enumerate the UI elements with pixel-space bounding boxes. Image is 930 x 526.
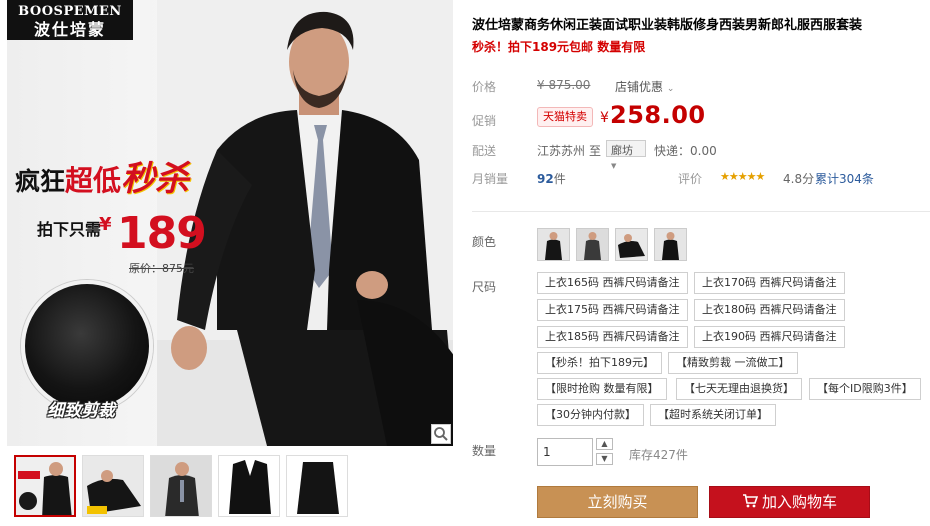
tag-option-limited[interactable]: 【限时抢购 数量有限】 (537, 378, 667, 400)
color-swatch-4[interactable] (654, 228, 687, 261)
tag-option-return[interactable]: 【七天无理由退换货】 (676, 378, 802, 400)
thumbnail-strip (7, 455, 453, 521)
size-option-190[interactable]: 上衣190码 西裤尺码请备注 (694, 326, 845, 348)
tag-option-flash-sale[interactable]: 【秒杀！拍下189元】 (537, 352, 662, 374)
monthly-sales: 92件 (537, 170, 566, 187)
size-label: 尺码 (472, 280, 497, 294)
monthly-sales-label: 月销量 (472, 172, 509, 186)
tag-option-craft[interactable]: 【精致剪裁 一流做工】 (668, 352, 798, 374)
rating-score: 4.8分 (783, 172, 815, 186)
brand-logo: BOOSPEMEN 波仕培蒙 (7, 0, 133, 40)
promo-headline-part1: 疯狂 (15, 167, 66, 196)
divider (472, 211, 930, 212)
fabric-caption: 细致剪裁 (47, 401, 115, 421)
shipping-origin: 江苏苏州 (537, 144, 586, 158)
main-product-image[interactable]: BOOSPEMEN 波仕培蒙 疯狂超低秒杀 拍下只需 ¥ 189 原价：875元… (7, 0, 453, 446)
promo-original-price: 原价：875元 (129, 260, 194, 276)
size-option-185[interactable]: 上衣185码 西裤尺码请备注 (537, 326, 688, 348)
thumbnail-5[interactable] (286, 455, 348, 517)
buy-now-button[interactable]: 立刻购买 (537, 486, 698, 518)
color-label: 颜色 (472, 235, 497, 249)
color-swatch-3[interactable] (615, 228, 648, 261)
quantity-label: 数量 (472, 444, 497, 458)
monthly-sales-value: 92 (537, 172, 554, 186)
promo-yen-symbol: ¥ (99, 214, 112, 235)
cart-icon (742, 488, 759, 518)
shipping-fee: 快递：0.00 (654, 144, 717, 158)
promo-image-price: 189 (117, 208, 207, 259)
monthly-sales-unit: 件 (553, 172, 566, 186)
zoom-icon[interactable] (431, 424, 451, 444)
original-price: ¥ 875.00 (537, 78, 591, 92)
shipping-to-word: 至 (589, 144, 602, 158)
store-discount-dropdown[interactable]: 店铺优惠 ⌄ (615, 78, 674, 95)
quantity-input[interactable]: 1 (537, 438, 593, 466)
shipping-destination-select[interactable]: 廊坊 ▼ (606, 140, 646, 170)
product-subtitle: 秒杀！拍下189元包邮 数量有限 (472, 40, 646, 54)
rating-stars: ★★★★★ (720, 170, 765, 183)
promo-price: 258.00 (610, 101, 706, 129)
brand-name-en: BOOSPEMEN (18, 4, 122, 19)
promo-price-yen: ¥ (600, 110, 609, 126)
quantity-increase-button[interactable]: ▲ (596, 438, 613, 450)
promo-only-label: 拍下只需 (37, 220, 102, 239)
tag-option-limit-per-id[interactable]: 【每个ID限购3件】 (809, 378, 921, 400)
product-detail-panel: 波仕培蒙商务休闲正装面试职业装韩版修身西装男新郎礼服西服套装 秒杀！拍下189元… (472, 0, 930, 526)
shipping-destination-value: 廊坊 (611, 144, 633, 157)
price-label: 价格 (472, 80, 497, 94)
rating-total-link[interactable]: 累计304条 (815, 170, 874, 187)
promo-label: 促销 (472, 114, 497, 128)
promo-badge: 天猫特卖 (537, 107, 593, 127)
quantity-decrease-button[interactable]: ▼ (596, 453, 613, 465)
thumbnail-2[interactable] (82, 455, 144, 517)
chevron-down-icon: ⌄ (666, 84, 675, 94)
caret-down-icon: ▼ (611, 162, 617, 170)
add-to-cart-label: 加入购物车 (761, 493, 837, 511)
add-to-cart-button[interactable]: 加入购物车 (709, 486, 870, 518)
rating-label: 评价 (678, 172, 703, 186)
color-swatch-1[interactable] (537, 228, 570, 261)
fabric-closeup (21, 280, 153, 412)
promo-headline: 疯狂超低秒杀 (15, 162, 189, 199)
size-option-170[interactable]: 上衣170码 西裤尺码请备注 (694, 272, 845, 294)
size-option-165[interactable]: 上衣165码 西裤尺码请备注 (537, 272, 688, 294)
store-discount-label: 店铺优惠 (615, 80, 664, 94)
thumbnail-3[interactable] (150, 455, 212, 517)
brand-name-cn: 波仕培蒙 (33, 20, 106, 39)
promo-headline-part2: 超低 (65, 164, 122, 197)
size-option-180[interactable]: 上衣180码 西裤尺码请备注 (694, 299, 845, 321)
promo-original-label: 原价： (129, 262, 162, 275)
product-title: 波仕培蒙商务休闲正装面试职业装韩版修身西装男新郎礼服西服套装 (472, 18, 863, 33)
size-option-175[interactable]: 上衣175码 西裤尺码请备注 (537, 299, 688, 321)
tag-option-timeout[interactable]: 【超时系统关闭订单】 (650, 404, 776, 426)
thumbnail-1[interactable] (14, 455, 76, 517)
promo-original-value: 875元 (162, 262, 194, 275)
thumbnail-4[interactable] (218, 455, 280, 517)
tag-option-pay-30min[interactable]: 【30分钟内付款】 (537, 404, 644, 426)
stock-count: 库存427件 (629, 448, 688, 462)
promo-headline-part3: 秒杀 (121, 159, 190, 199)
color-swatch-2[interactable] (576, 228, 609, 261)
shipping-label: 配送 (472, 144, 497, 158)
